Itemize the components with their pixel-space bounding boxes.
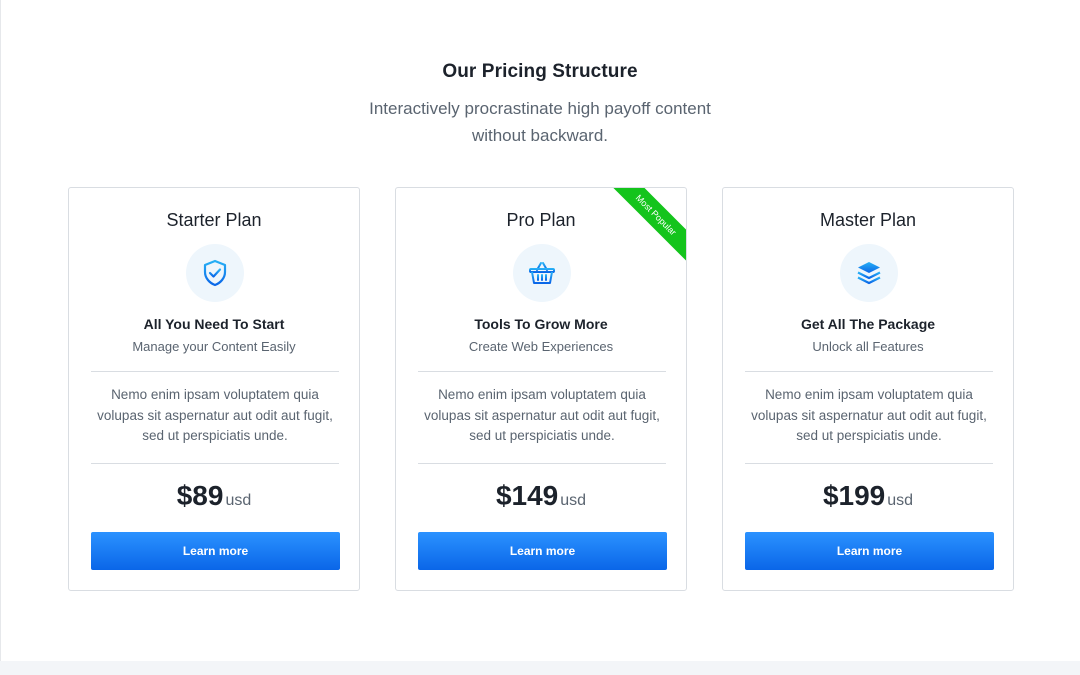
price-row: $149 usd bbox=[396, 480, 686, 512]
plan-description: Nemo enim ipsam voluptatem quia volupas … bbox=[751, 387, 987, 443]
divider bbox=[418, 463, 666, 464]
shield-check-icon bbox=[186, 244, 244, 302]
pricing-card-starter: Starter Plan All You Need To Start Manag… bbox=[68, 187, 360, 591]
most-popular-ribbon: Most Popular bbox=[596, 188, 686, 278]
price-unit: usd bbox=[887, 492, 914, 509]
pricing-card-pro: Most Popular Pro Plan Tools To Grow More… bbox=[395, 187, 687, 591]
plan-name: Pro Plan bbox=[506, 210, 576, 230]
plan-price: $149 bbox=[495, 480, 559, 511]
section-subtitle: Interactively procrastinate high payoff … bbox=[369, 99, 711, 145]
pricing-card-master: Master Plan Get All The Package Unlock a… bbox=[722, 187, 1014, 591]
divider bbox=[91, 371, 339, 372]
divider bbox=[91, 463, 339, 464]
plan-name: Master Plan bbox=[819, 210, 917, 230]
plan-description: Nemo enim ipsam voluptatem quia volupas … bbox=[97, 387, 333, 443]
price-row: $199 usd bbox=[723, 480, 1013, 512]
divider bbox=[418, 371, 666, 372]
plan-description: Nemo enim ipsam voluptatem quia volupas … bbox=[424, 387, 660, 443]
plan-price: $199 bbox=[822, 480, 886, 511]
plan-price: $89 bbox=[176, 480, 224, 511]
plan-tagline-sub: Manage your Content Easily bbox=[132, 339, 296, 354]
plan-tagline: Tools To Grow More bbox=[474, 316, 608, 332]
page-border bbox=[0, 0, 1, 675]
plan-name: Starter Plan bbox=[166, 210, 262, 230]
footer-band bbox=[0, 661, 1080, 675]
basket-icon bbox=[513, 244, 571, 302]
plan-tagline-sub: Create Web Experiences bbox=[468, 339, 614, 354]
learn-more-button[interactable]: Learn more bbox=[418, 532, 667, 570]
layers-icon bbox=[840, 244, 898, 302]
plan-tagline-sub: Unlock all Features bbox=[812, 339, 924, 354]
plan-tagline: All You Need To Start bbox=[143, 316, 285, 332]
price-row: $89 usd bbox=[69, 480, 359, 512]
price-unit: usd bbox=[560, 492, 587, 509]
plan-tagline: Get All The Package bbox=[800, 316, 936, 332]
price-unit: usd bbox=[225, 492, 252, 509]
divider bbox=[745, 371, 993, 372]
learn-more-button[interactable]: Learn more bbox=[745, 532, 994, 570]
divider bbox=[745, 463, 993, 464]
learn-more-button[interactable]: Learn more bbox=[91, 532, 340, 570]
section-title: Our Pricing Structure bbox=[442, 61, 638, 82]
